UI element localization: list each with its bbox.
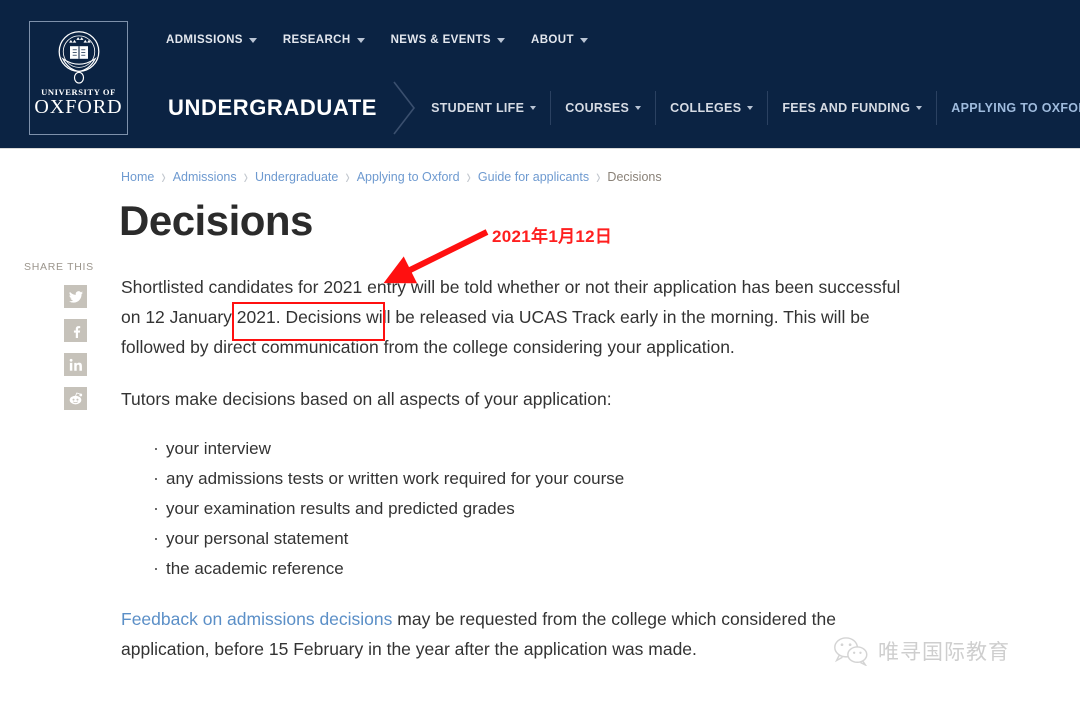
sub-nav-label: STUDENT LIFE	[431, 101, 525, 115]
breadcrumb-separator-icon: ›	[345, 164, 350, 189]
sub-nav-label: COLLEGES	[670, 101, 742, 115]
top-nav-item-research[interactable]: RESEARCH	[283, 34, 365, 46]
top-nav-label: RESEARCH	[282, 34, 351, 46]
list-item: your interview	[153, 433, 921, 464]
top-nav-item-admissions[interactable]: ADMISSIONS	[166, 34, 257, 46]
sub-nav-label: COURSES	[565, 101, 630, 115]
logo-oxford-text: OXFORD	[34, 96, 123, 118]
main-content: Shortlisted candidates for 2021 entry wi…	[121, 272, 921, 684]
chevron-down-icon	[635, 106, 642, 110]
top-utility-nav: ADMISSIONS RESEARCH NEWS & EVENTS ABOUT	[166, 34, 588, 46]
sub-nav-item-student-life[interactable]: STUDENT LIFE	[423, 91, 550, 125]
breadcrumb-item-home[interactable]: Home	[121, 170, 154, 184]
twitter-icon	[68, 290, 83, 303]
paragraph-decision-date: Shortlisted candidates for 2021 entry wi…	[121, 272, 921, 362]
section-nav: UNDERGRADUATE STUDENT LIFE COURSES COLLE…	[168, 81, 1080, 135]
breadcrumb-item-applying-to-oxford[interactable]: Applying to Oxford	[357, 170, 460, 184]
breadcrumb-item-decisions: Decisions	[607, 169, 662, 184]
facebook-share-button[interactable]	[64, 319, 87, 342]
wechat-watermark: 唯寻国际教育	[833, 636, 1010, 666]
top-nav-label: ADMISSIONS	[166, 34, 243, 46]
chevron-right-separator-icon	[393, 81, 416, 135]
sub-nav-item-fees-and-funding[interactable]: FEES AND FUNDING	[767, 91, 936, 125]
chevron-down-icon	[747, 106, 754, 110]
share-sidebar: SHARE THIS	[24, 261, 104, 410]
wechat-icon	[834, 637, 868, 666]
top-nav-label: NEWS & EVENTS	[390, 34, 491, 46]
reddit-share-button[interactable]	[64, 387, 87, 410]
sub-nav-label: FEES AND FUNDING	[782, 101, 911, 115]
breadcrumb-item-admissions[interactable]: Admissions	[173, 170, 237, 184]
twitter-share-button[interactable]	[64, 285, 87, 308]
chevron-down-icon	[356, 37, 365, 43]
chevron-down-icon	[530, 106, 537, 110]
page-title: Decisions	[119, 197, 313, 244]
header-inner: UNIVERSITY OF OXFORD ADMISSIONS RESEARCH…	[0, 0, 1080, 148]
page-root: UNIVERSITY OF OXFORD ADMISSIONS RESEARCH…	[0, 0, 1080, 703]
oxford-crest-icon	[58, 31, 99, 84]
site-header: UNIVERSITY OF OXFORD ADMISSIONS RESEARCH…	[0, 0, 1080, 149]
linkedin-share-button[interactable]	[64, 353, 87, 376]
section-title-undergraduate[interactable]: UNDERGRADUATE	[168, 95, 391, 121]
sub-nav: STUDENT LIFE COURSES COLLEGES FEES AND F…	[423, 91, 1080, 125]
breadcrumb-item-guide-for-applicants[interactable]: Guide for applicants	[478, 170, 589, 184]
annotation-date-note: 2021年1月12日	[492, 227, 613, 246]
breadcrumb: Home › Admissions › Undergraduate › Appl…	[121, 165, 662, 189]
chevron-down-icon	[916, 106, 923, 110]
chevron-down-icon	[248, 37, 257, 43]
linkedin-icon	[69, 358, 82, 371]
list-item: your examination results and predicted g…	[153, 493, 921, 524]
share-icon-list	[24, 285, 104, 410]
chevron-down-icon	[579, 37, 588, 43]
share-this-label: SHARE THIS	[24, 261, 94, 273]
sub-nav-item-applying-to-oxford[interactable]: APPLYING TO OXFORD	[936, 91, 1080, 125]
breadcrumb-separator-icon: ›	[466, 164, 471, 189]
sub-nav-item-colleges[interactable]: COLLEGES	[655, 91, 767, 125]
list-item: your personal statement	[153, 523, 921, 554]
feedback-on-admissions-decisions-link[interactable]: Feedback on admissions decisions	[121, 609, 392, 629]
top-nav-item-about[interactable]: ABOUT	[531, 34, 588, 46]
top-nav-item-news-events[interactable]: NEWS & EVENTS	[391, 34, 505, 46]
paragraph-tutors-intro: Tutors make decisions based on all aspec…	[121, 389, 612, 409]
oxford-logo[interactable]: UNIVERSITY OF OXFORD	[29, 21, 128, 135]
breadcrumb-item-undergraduate[interactable]: Undergraduate	[255, 170, 338, 184]
sub-nav-label: APPLYING TO OXFORD	[951, 101, 1080, 115]
watermark-text: 唯寻国际教育	[878, 640, 1010, 664]
decision-criteria-list: your interview any admissions tests or w…	[121, 433, 921, 584]
list-item: the academic reference	[153, 553, 921, 584]
breadcrumb-separator-icon: ›	[243, 164, 248, 189]
paragraph-feedback: Feedback on admissions decisions may be …	[121, 604, 921, 664]
breadcrumb-separator-icon: ›	[161, 164, 166, 189]
top-nav-label: ABOUT	[531, 34, 574, 46]
sub-nav-item-courses[interactable]: COURSES	[550, 91, 655, 125]
chevron-down-icon	[497, 37, 505, 43]
reddit-icon	[69, 392, 83, 405]
list-item: any admissions tests or written work req…	[153, 463, 921, 494]
highlighted-date-text: 12 January 2021.	[145, 307, 281, 327]
facebook-icon	[73, 325, 80, 338]
breadcrumb-separator-icon: ›	[596, 164, 601, 189]
